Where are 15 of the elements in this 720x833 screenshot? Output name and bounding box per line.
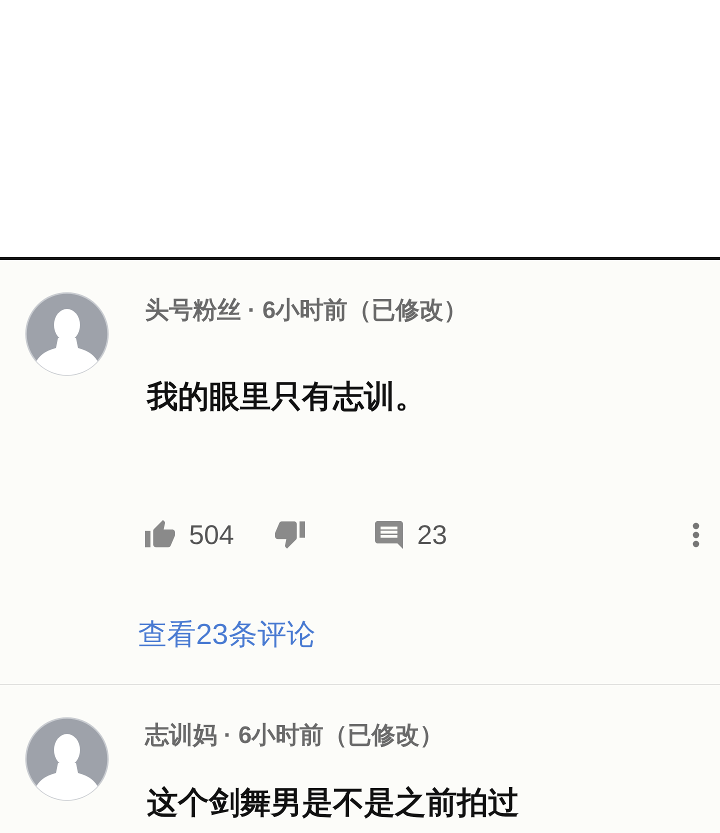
comment-meta: 志训妈 · 6小时前（已修改） bbox=[145, 721, 444, 751]
reply-button[interactable]: 23 bbox=[375, 515, 448, 555]
avatar-icon bbox=[25, 292, 109, 376]
more-icon bbox=[692, 522, 700, 548]
dislike-button[interactable] bbox=[275, 520, 306, 550]
view-replies-link[interactable]: 查看23条评论 bbox=[138, 614, 316, 656]
comment-meta: 头号粉丝 · 6小时前（已修改） bbox=[145, 296, 468, 326]
like-button[interactable]: 504 bbox=[145, 515, 234, 555]
thumbs-down-icon bbox=[275, 520, 306, 550]
comment-icon bbox=[375, 521, 404, 549]
thumbs-up-icon bbox=[145, 520, 175, 550]
comment-text: 这个剑舞男是不是之前拍过 bbox=[147, 784, 519, 822]
comment-text: 我的眼里只有志训。 bbox=[147, 378, 426, 416]
more-button[interactable] bbox=[692, 522, 700, 548]
avatar-icon bbox=[25, 717, 109, 801]
